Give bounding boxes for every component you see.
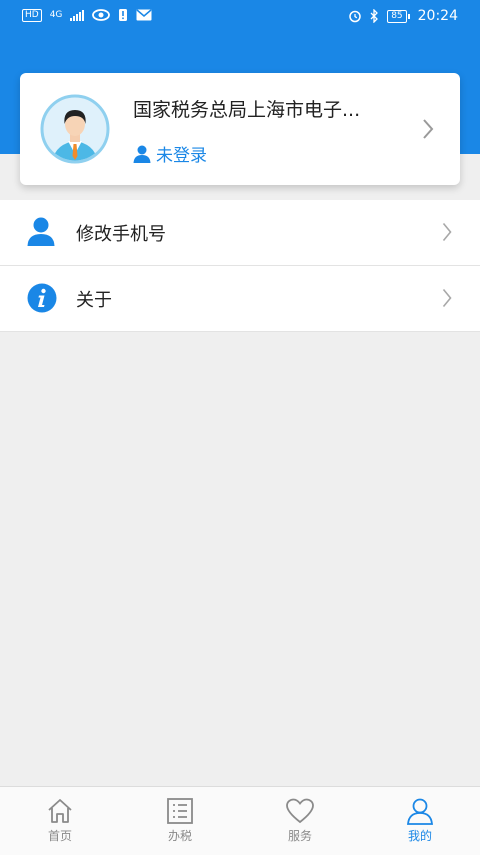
menu-item-label: 修改手机号 (76, 223, 166, 245)
avatar (40, 94, 110, 164)
menu-item-about[interactable]: 关于 (0, 266, 480, 332)
chevron-right-icon (442, 288, 452, 308)
battery-level: 85 (387, 9, 407, 23)
tab-label: 首页 (47, 829, 72, 843)
tab-home[interactable]: 首页 (0, 787, 120, 855)
chevron-right-icon (423, 119, 434, 139)
eye-icon (92, 9, 111, 21)
network-type: 4G (49, 10, 63, 20)
mail-icon (136, 9, 152, 21)
list-icon (167, 798, 193, 824)
tab-services[interactable]: 服务 (240, 787, 360, 855)
battery-icon: 85 (387, 9, 410, 23)
user-icon (407, 798, 433, 825)
clock: 20:24 (417, 8, 458, 24)
status-bar: HD 4G 85 20:24 (0, 0, 480, 34)
login-status-label: 未登录 (156, 146, 207, 166)
tab-mine[interactable]: 我的 (360, 787, 480, 855)
profile-card[interactable]: 国家税务总局上海市电子... 未登录 (20, 73, 460, 185)
chevron-right-icon (442, 222, 452, 242)
user-icon (133, 145, 151, 163)
signal-icon (70, 9, 85, 21)
bluetooth-icon (370, 9, 379, 23)
heart-icon (286, 798, 314, 824)
menu-item-change-phone[interactable]: 修改手机号 (0, 200, 480, 266)
menu-item-label: 关于 (76, 289, 112, 311)
org-name: 国家税务总局上海市电子... (133, 99, 361, 121)
user-icon (27, 217, 55, 246)
home-icon (48, 799, 72, 823)
hd-badge: HD (22, 8, 42, 22)
login-status[interactable]: 未登录 (132, 141, 207, 166)
alert-icon (119, 9, 128, 21)
settings-menu: 修改手机号 关于 (0, 200, 480, 332)
tab-label: 服务 (287, 829, 312, 843)
bottom-tab-bar: 首页 办税 服务 我的 (0, 786, 480, 855)
tab-label: 办税 (167, 829, 192, 843)
tab-label: 我的 (407, 829, 432, 843)
tab-tax[interactable]: 办税 (120, 787, 240, 855)
info-icon (27, 283, 57, 313)
alarm-icon (349, 10, 361, 23)
